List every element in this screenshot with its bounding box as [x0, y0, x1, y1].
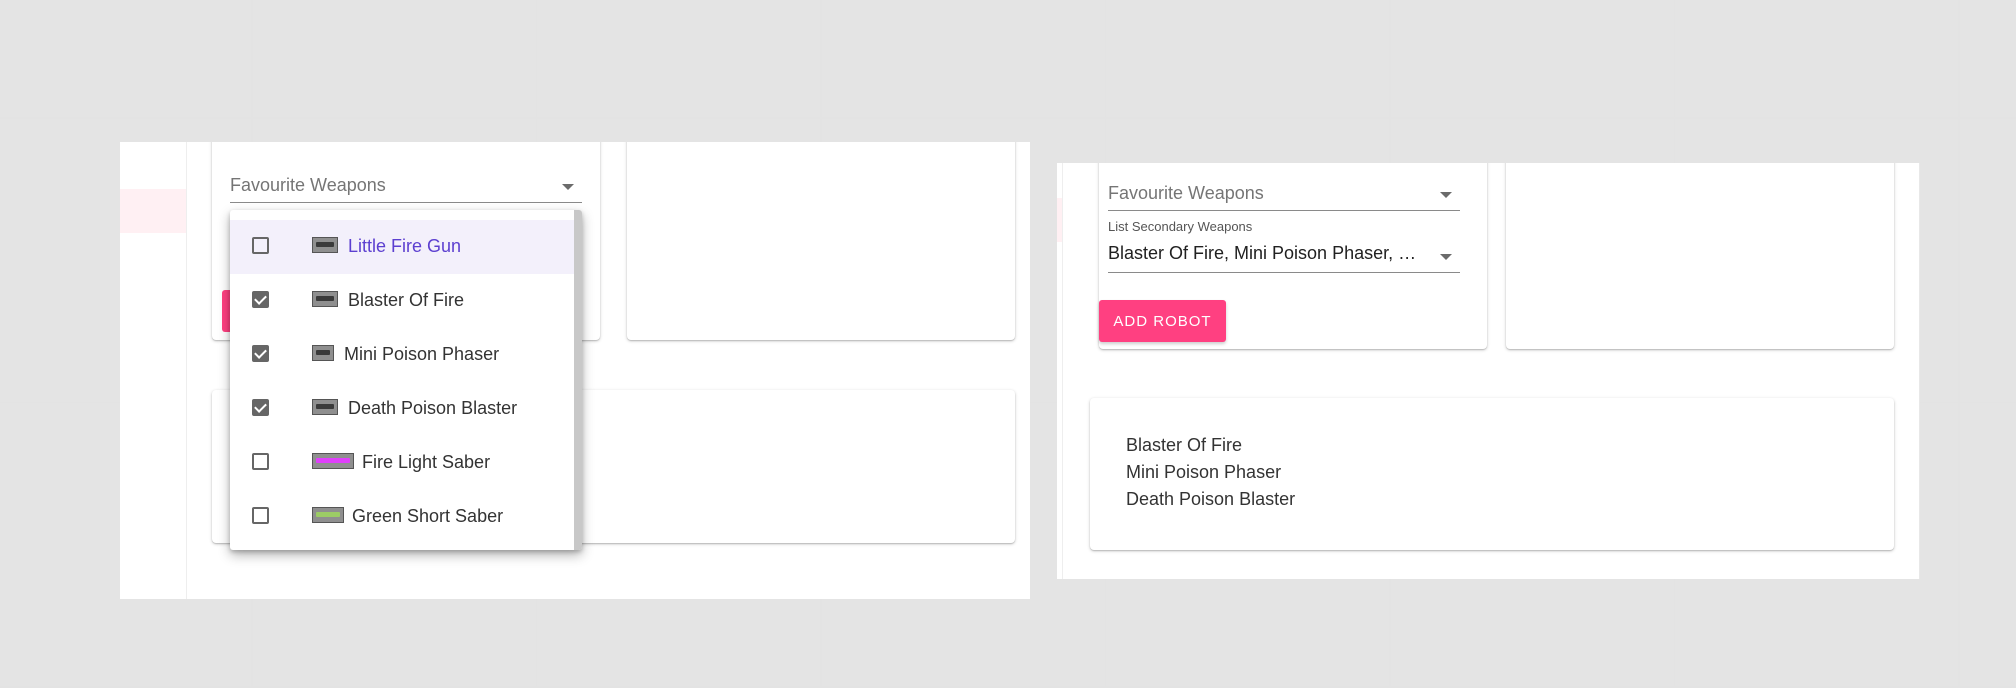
favourite-weapons-select[interactable]: Favourite Weapons — [230, 166, 582, 203]
menu-item-label: Blaster Of Fire — [348, 290, 465, 310]
menu-item-mini-poison-phaser[interactable]: Mini Poison Phaser — [230, 328, 574, 382]
favourite-weapons-label: Favourite Weapons — [1108, 183, 1264, 203]
right-edge — [1919, 163, 1920, 579]
checkbox-checked[interactable] — [252, 345, 269, 362]
gun-icon — [312, 237, 338, 253]
selected-weapon-item: Blaster Of Fire — [1126, 435, 1243, 455]
add-robot-button[interactable]: ADD ROBOT — [1099, 300, 1226, 342]
menu-item-label: Death Poison Blaster — [348, 398, 518, 418]
chevron-down-icon — [562, 184, 574, 190]
menu-item-fire-light-saber[interactable]: Fire Light Saber — [230, 436, 574, 490]
checkbox-checked[interactable] — [252, 291, 269, 308]
blaster-icon — [312, 291, 338, 307]
favourite-weapons-select[interactable]: Favourite Weapons — [1108, 174, 1460, 211]
robot-preview-card — [1506, 163, 1894, 349]
blaster-icon — [312, 399, 338, 415]
green-saber-icon — [312, 507, 344, 523]
selected-weapon-item: Mini Poison Phaser — [1126, 462, 1282, 482]
checkbox[interactable] — [252, 453, 269, 470]
sidebar-active-item[interactable] — [120, 189, 186, 233]
checkbox-checked[interactable] — [252, 399, 269, 416]
chevron-down-icon — [1440, 254, 1452, 260]
secondary-weapons-label: List Secondary Weapons — [1108, 219, 1253, 234]
phaser-icon — [312, 345, 334, 361]
menu-item-label: Green Short Saber — [352, 506, 504, 526]
selected-weapon-item: Death Poison Blaster — [1126, 489, 1296, 509]
weapon-dropdown-menu[interactable]: Little Fire Gun Blaster Of Fire Mini Poi… — [230, 210, 582, 550]
menu-item-blaster-of-fire[interactable]: Blaster Of Fire — [230, 274, 574, 328]
menu-item-little-fire-gun[interactable]: Little Fire Gun — [230, 220, 574, 274]
menu-scrollbar[interactable] — [574, 210, 582, 550]
favourite-weapons-label: Favourite Weapons — [230, 175, 386, 195]
pink-saber-icon — [312, 453, 354, 469]
menu-item-label: Fire Light Saber — [362, 452, 491, 472]
chevron-down-icon — [1440, 192, 1452, 198]
menu-item-green-short-saber[interactable]: Green Short Saber — [230, 490, 574, 544]
robot-preview-card — [627, 142, 1015, 340]
secondary-weapons-select[interactable]: Blaster Of Fire, Mini Poison Phaser, Dea… — [1108, 236, 1460, 273]
left-sidebar — [120, 142, 187, 599]
right-sidebar-edge — [1062, 163, 1063, 579]
menu-item-death-poison-blaster[interactable]: Death Poison Blaster — [230, 382, 574, 436]
checkbox[interactable] — [252, 237, 269, 254]
menu-item-label: Mini Poison Phaser — [344, 344, 500, 364]
menu-item-label: Little Fire Gun — [348, 236, 462, 256]
checkbox[interactable] — [252, 507, 269, 524]
sidebar-active-item[interactable] — [1057, 198, 1062, 242]
secondary-weapons-value: Blaster Of Fire, Mini Poison Phaser, Dea… — [1108, 243, 1428, 263]
